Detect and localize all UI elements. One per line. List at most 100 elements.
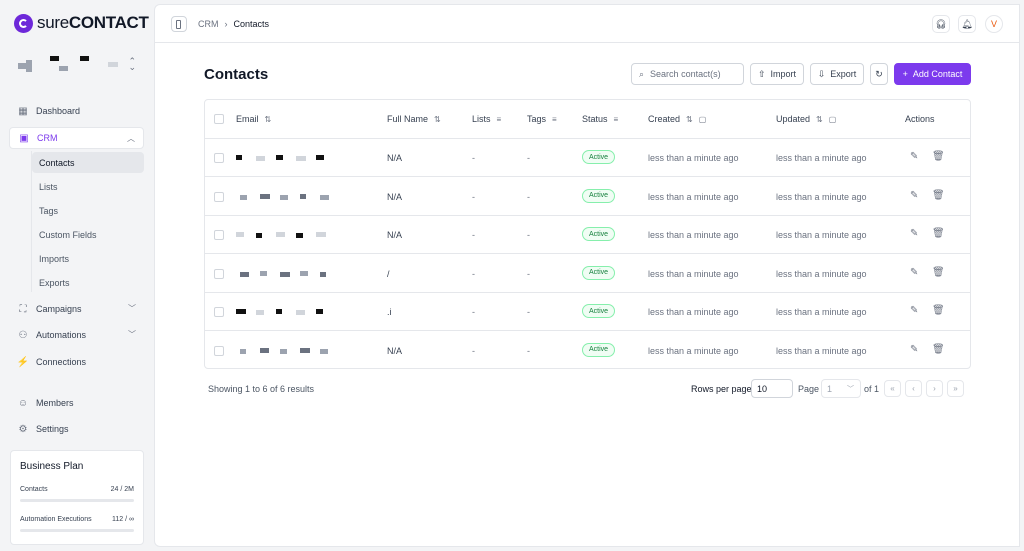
nav-settings[interactable]: ⚙ Settings xyxy=(9,418,144,440)
chevron-updown-icon: ⌃ ⌄ xyxy=(128,56,136,72)
import-button[interactable]: ⇧ Import xyxy=(750,63,804,85)
settings-icon: ⚙ xyxy=(18,423,28,435)
row-checkbox[interactable] xyxy=(214,345,224,356)
redacted-pixel xyxy=(320,271,326,277)
nav-members[interactable]: ☺ Members xyxy=(9,392,144,414)
next-page-button[interactable]: › xyxy=(926,380,943,397)
search-input[interactable]: ⌕ Search contact(s) xyxy=(631,63,744,85)
trash-icon[interactable]: 🗑︎ xyxy=(932,305,945,316)
table-row[interactable]: / - - Active less than a minute ago less than… xyxy=(205,255,970,293)
sidebar-item-contacts[interactable]: Contacts xyxy=(32,152,144,173)
nav-connections[interactable]: ⚡ Connections xyxy=(9,351,144,373)
sidebar-item-tags[interactable]: Tags xyxy=(32,200,144,221)
sidebar-item-lists[interactable]: Lists xyxy=(32,176,144,197)
trash-icon[interactable]: 🗑︎ xyxy=(932,344,945,355)
redacted-pixel xyxy=(80,56,89,61)
export-button[interactable]: ⇩ Export xyxy=(810,63,864,85)
nav-automations[interactable]: ⚇ Automations ﹀ xyxy=(9,324,144,346)
brand-name-light: sure xyxy=(37,13,69,32)
trash-icon[interactable]: 🗑︎ xyxy=(932,151,945,162)
first-page-button[interactable]: « xyxy=(884,380,901,397)
trash-icon[interactable]: 🗑︎ xyxy=(932,267,945,278)
notifications-button[interactable]: 🔔︎ xyxy=(958,15,976,33)
table-row[interactable]: N/A - - Active less than a minute ago less th… xyxy=(205,139,970,177)
redacted-pixel xyxy=(236,309,246,314)
nav-crm[interactable]: ▣ CRM ︿ xyxy=(9,127,144,149)
column-tags[interactable]: Tags ≡ xyxy=(527,114,557,124)
table-row[interactable]: N/A - - Active less than a minute ago less th… xyxy=(205,332,970,370)
table-header: Email ⇅ Full Name ⇅ Lists ≡ Tags ≡ Status ≡ C… xyxy=(205,100,970,139)
nav-dashboard[interactable]: ▦ Dashboard xyxy=(9,100,144,122)
edit-icon[interactable]: ✎ xyxy=(910,151,918,162)
tags-cell: - xyxy=(527,345,530,356)
row-checkbox[interactable] xyxy=(214,268,224,279)
table-row[interactable]: .i - - Active less than a minute ago less tha… xyxy=(205,293,970,331)
calendar-icon: ▢ xyxy=(828,114,837,124)
email-cell-redacted xyxy=(236,346,346,356)
sidebar-item-label: Exports xyxy=(39,277,70,288)
plan-executions-row: Automation Executions 112 / ∞ xyxy=(20,516,134,523)
edit-icon[interactable]: ✎ xyxy=(910,228,918,239)
add-contact-button[interactable]: + Add Contact xyxy=(894,63,971,85)
row-checkbox[interactable] xyxy=(214,230,224,240)
bell-icon: 🔔︎ xyxy=(961,18,973,29)
trash-icon[interactable]: 🗑︎ xyxy=(932,228,945,239)
redacted-pixel xyxy=(18,63,26,69)
redacted-pixel xyxy=(300,270,308,276)
account-switcher[interactable]: ⌃ ⌄ xyxy=(14,52,140,78)
row-checkbox[interactable] xyxy=(214,153,224,163)
prev-page-button[interactable]: ‹ xyxy=(905,380,922,397)
column-created[interactable]: Created ⇅ ▢ xyxy=(648,114,706,124)
status-badge: Active xyxy=(582,227,616,241)
column-updated[interactable]: Updated ⇅ ▢ xyxy=(776,114,836,124)
page-select[interactable]: 1 ﹀ xyxy=(821,379,861,398)
search-placeholder: Search contact(s) xyxy=(650,69,721,79)
column-label: Tags xyxy=(527,114,547,124)
edit-icon[interactable]: ✎ xyxy=(910,190,918,201)
members-icon: ☺ xyxy=(17,397,29,409)
refresh-button[interactable]: ↻ xyxy=(870,63,888,85)
column-full-name[interactable]: Full Name ⇅ xyxy=(387,114,441,124)
avatar[interactable]: V xyxy=(985,15,1003,33)
nav-dashboard-label: Dashboard xyxy=(36,106,81,116)
row-checkbox[interactable] xyxy=(214,307,224,317)
column-lists[interactable]: Lists ≡ xyxy=(472,114,501,124)
nav-campaigns[interactable]: ⛶ Campaigns ﹀ xyxy=(9,298,144,320)
email-cell-redacted xyxy=(236,192,346,202)
column-email[interactable]: Email ⇅ xyxy=(236,114,271,124)
last-page-button[interactable]: » xyxy=(947,380,964,397)
created-cell: less than a minute ago xyxy=(648,345,739,356)
trash-icon[interactable]: 🗑︎ xyxy=(932,190,945,201)
sidebar-toggle-button[interactable] xyxy=(171,16,187,32)
page-value: 1 xyxy=(827,383,833,394)
email-cell-redacted xyxy=(236,269,346,279)
double-chevron-left-icon: « xyxy=(890,384,895,393)
edit-icon[interactable]: ✎ xyxy=(910,344,918,355)
redacted-pixel xyxy=(256,310,264,315)
table-row[interactable]: N/A - - Active less than a minute ago less th… xyxy=(205,216,970,254)
brand-logo[interactable]: sureCONTACT xyxy=(14,13,149,33)
sidebar-item-label: Lists xyxy=(39,181,58,192)
sidebar-item-label: Contacts xyxy=(39,157,75,168)
full-name-cell: / xyxy=(387,268,390,279)
breadcrumb-crm[interactable]: CRM xyxy=(198,19,219,29)
rows-per-page-input[interactable]: 10 xyxy=(751,379,793,398)
status-badge: Active xyxy=(582,304,616,318)
edit-icon[interactable]: ✎ xyxy=(910,267,918,278)
sidebar-item-imports[interactable]: Imports xyxy=(32,248,144,269)
plus-icon: + xyxy=(902,69,908,79)
lists-cell: - xyxy=(472,345,475,356)
sidebar-item-custom-fields[interactable]: Custom Fields xyxy=(32,224,144,245)
row-checkbox[interactable] xyxy=(214,191,224,202)
select-all-checkbox[interactable] xyxy=(214,114,224,124)
column-status[interactable]: Status ≡ xyxy=(582,114,618,124)
edit-icon[interactable]: ✎ xyxy=(910,305,918,316)
lists-cell: - xyxy=(472,268,475,279)
plan-contacts-row: Contacts 24 / 2M xyxy=(20,486,134,493)
full-name-cell: N/A xyxy=(387,191,403,202)
sort-icon: ⇅ xyxy=(434,114,441,124)
support-button[interactable]: 🎧︎ xyxy=(932,15,950,33)
tags-cell: - xyxy=(527,191,530,202)
sidebar-item-exports[interactable]: Exports xyxy=(32,272,144,293)
table-row[interactable]: N/A - - Active less than a minute ago less th… xyxy=(205,178,970,216)
